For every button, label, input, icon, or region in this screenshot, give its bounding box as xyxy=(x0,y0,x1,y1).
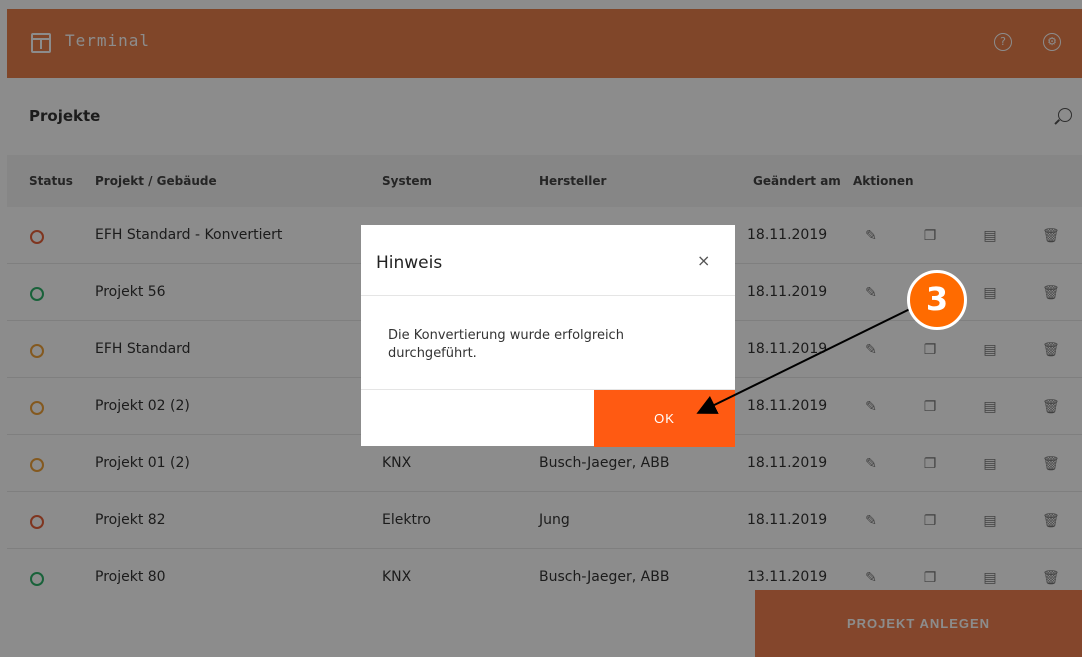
notice-dialog: Hinweis × Die Konvertierung wurde erfolg… xyxy=(361,225,735,447)
close-icon[interactable]: × xyxy=(697,251,710,270)
dialog-message: Die Konvertierung wurde erfolgreich durc… xyxy=(388,328,624,361)
dialog-header: Hinweis × xyxy=(361,225,735,296)
ok-button[interactable]: OK xyxy=(594,390,735,447)
step-number-badge: 3 xyxy=(907,270,967,330)
dialog-footer: OK xyxy=(361,389,735,447)
dialog-title: Hinweis xyxy=(376,253,443,273)
